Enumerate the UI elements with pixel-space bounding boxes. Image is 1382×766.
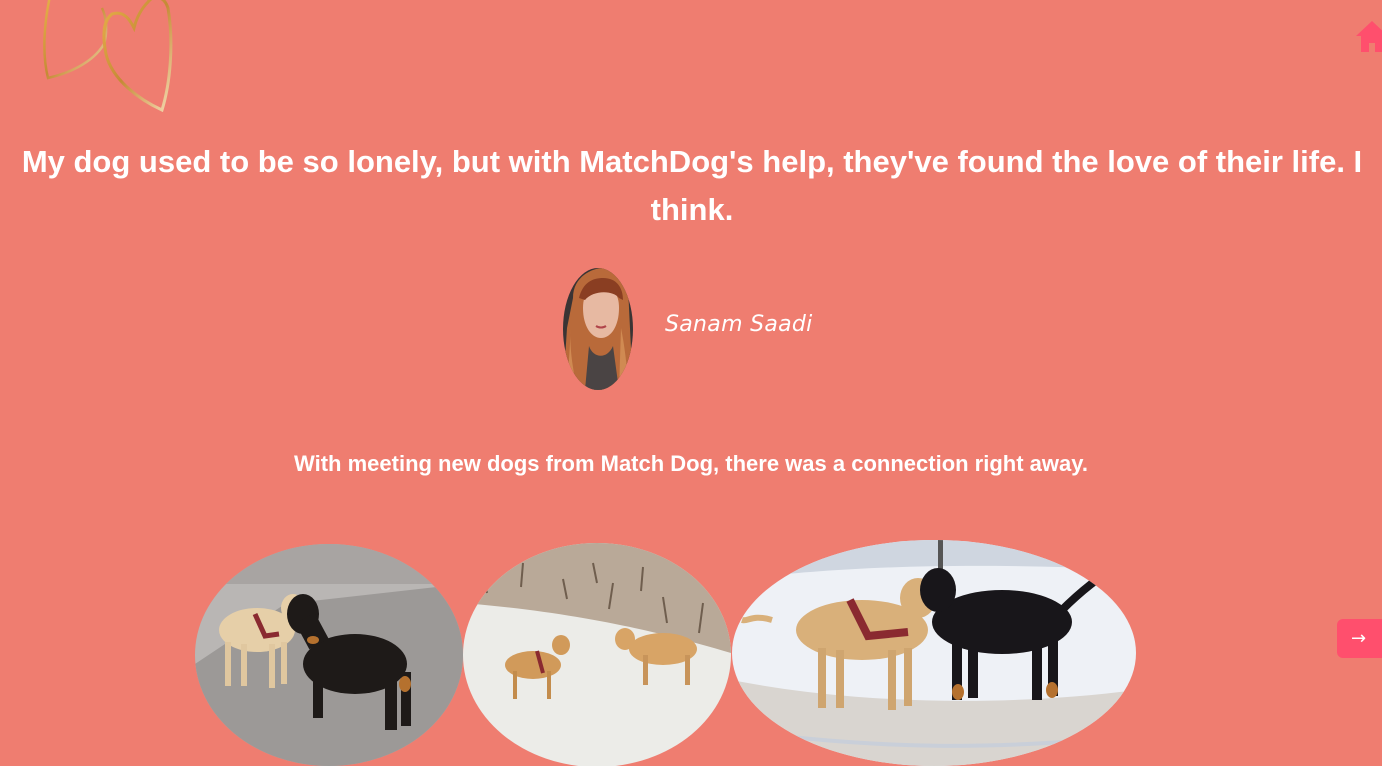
home-link[interactable]: [1354, 18, 1382, 54]
dogs-in-snow-nuzzling-photo: [732, 540, 1136, 766]
double-heart-logo-icon: [36, 0, 176, 113]
author-avatar: [563, 268, 633, 390]
testimonial-quote: My dog used to be so lonely, but with Ma…: [21, 144, 1363, 227]
dogs-meeting-on-road-photo: [195, 544, 463, 766]
arrow-right-icon: →: [1351, 628, 1367, 649]
section-subheading: With meeting new dogs from Match Dog, th…: [294, 451, 1088, 476]
home-icon: [1356, 21, 1382, 52]
author-name: Sanam Saadi: [665, 312, 813, 337]
dogs-in-snowy-field-photo: [463, 543, 731, 766]
next-button[interactable]: →: [1337, 619, 1382, 658]
testimonial-author: Sanam Saadi: [563, 268, 863, 390]
